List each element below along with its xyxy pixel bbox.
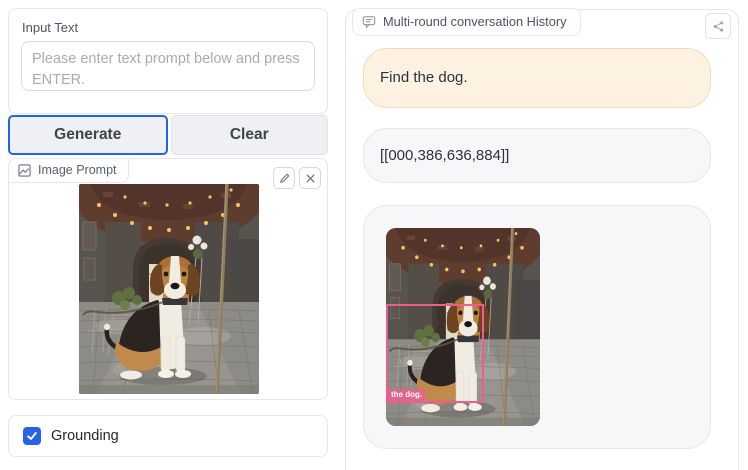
pencil-icon bbox=[278, 172, 291, 185]
close-icon bbox=[305, 173, 316, 184]
detection-bounding-box: the dog. bbox=[386, 304, 484, 404]
detection-box-label: the dog. bbox=[388, 388, 426, 402]
grounding-checkbox[interactable] bbox=[23, 427, 41, 445]
user-message: Find the dog. bbox=[363, 48, 711, 108]
generate-button[interactable]: Generate bbox=[8, 115, 168, 155]
image-prompt-label: Image Prompt bbox=[38, 163, 117, 177]
app-window: Input Text Generate Clear Image Prompt bbox=[0, 0, 748, 470]
remove-image-button[interactable] bbox=[299, 167, 321, 189]
image-prompt-badge: Image Prompt bbox=[9, 159, 129, 183]
grounding-block: Grounding bbox=[8, 415, 328, 457]
action-buttons-row: Generate Clear bbox=[8, 115, 328, 155]
check-icon bbox=[26, 430, 38, 442]
conversation-messages[interactable]: Find the dog. [[000,386,636,884]] the do… bbox=[346, 10, 738, 470]
grounding-label: Grounding bbox=[51, 428, 119, 444]
input-text-block: Input Text bbox=[8, 8, 328, 114]
edit-image-button[interactable] bbox=[273, 167, 295, 189]
assistant-message-image: the dog. bbox=[363, 205, 711, 449]
result-image-dog[interactable]: the dog. bbox=[386, 228, 540, 426]
prompt-input[interactable] bbox=[21, 41, 315, 91]
image-toolbar bbox=[273, 167, 321, 189]
conversation-panel: Multi-round conversation History Find th… bbox=[345, 8, 739, 470]
assistant-message-coordinates: [[000,386,636,884]] bbox=[363, 127, 711, 183]
image-prompt-block: Image Prompt bbox=[8, 158, 328, 400]
prompt-image-dog[interactable] bbox=[79, 184, 259, 394]
clear-button[interactable]: Clear bbox=[170, 115, 328, 155]
image-icon bbox=[18, 163, 31, 177]
input-text-label: Input Text bbox=[22, 20, 79, 35]
